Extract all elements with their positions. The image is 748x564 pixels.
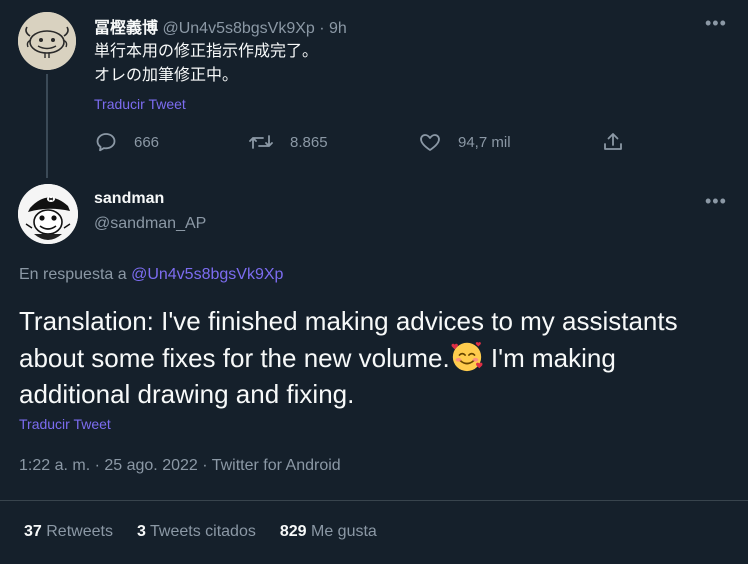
reply-count: 666 [134, 133, 160, 151]
retweets-count: 37 [24, 523, 42, 540]
like-count: 94,7 mil [458, 133, 511, 151]
parent-tweet-header: 冨樫義博 @Un4v5s8bgsVk9Xp · 9h [94, 14, 347, 38]
reply-button[interactable]: 666 [94, 130, 159, 154]
retweet-count: 8.865 [290, 133, 328, 151]
parent-tweet-time[interactable]: 9h [329, 20, 347, 37]
likes-count: 829 [279, 523, 307, 540]
likes-stat[interactable]: 829 Me gusta [280, 523, 377, 541]
retweets-label: Retweets [46, 523, 113, 540]
quotes-count: 3 [136, 523, 146, 540]
parent-more-options-icon[interactable]: ••• [705, 14, 727, 32]
quotes-label: Tweets citados [150, 523, 256, 540]
main-translate-link[interactable]: Traducir Tweet [19, 416, 111, 432]
smiling-face-with-hearts-icon [451, 342, 483, 372]
share-button[interactable] [601, 130, 625, 154]
main-tweet-text: Translation: I've finished making advice… [19, 303, 734, 412]
likes-label: Me gusta [311, 523, 377, 540]
main-more-options-icon[interactable]: ••• [705, 192, 727, 210]
thread-connector-line [46, 74, 48, 178]
share-icon [604, 133, 622, 150]
main-author-name[interactable]: sandman [94, 190, 164, 208]
reply-prefix: En respuesta a [19, 266, 127, 283]
divider [0, 500, 748, 501]
main-avatar[interactable] [18, 184, 78, 244]
retweet-button[interactable]: 8.865 [248, 130, 328, 154]
parent-avatar[interactable] [18, 12, 76, 70]
parent-author-name[interactable]: 冨樫義博 [94, 20, 158, 37]
like-button[interactable]: 94,7 mil [418, 130, 511, 154]
header-separator: · [319, 20, 325, 37]
pirate-character-icon [18, 184, 78, 244]
parent-translate-link[interactable]: Traducir Tweet [94, 96, 186, 112]
retweet-icon [249, 135, 273, 149]
retweets-stat[interactable]: 37 Retweets [24, 523, 113, 541]
quote-tweets-stat[interactable]: 3 Tweets citados [137, 523, 256, 541]
heart-icon [420, 134, 440, 151]
parent-tweet-text: 単行本用の修正指示作成完了。 オレの加筆修正中。 [94, 40, 318, 88]
main-author-handle[interactable]: @sandman_AP [94, 215, 206, 233]
parent-tweet-line-1: 単行本用の修正指示作成完了。 [94, 43, 319, 60]
parent-tweet-line-2: オレの加筆修正中。 [94, 67, 239, 84]
parent-author-handle[interactable]: @Un4v5s8bgsVk9Xp [162, 20, 314, 37]
tweet-timestamp-and-source[interactable]: 1:22 a. m. · 25 ago. 2022 · Twitter for … [19, 457, 341, 475]
engagement-stats: 37 Retweets 3 Tweets citados 829 Me gust… [24, 523, 377, 541]
reply-icon [96, 133, 116, 152]
reply-context: En respuesta a @Un4v5s8bgsVk9Xp [19, 266, 283, 284]
reply-to-handle-link[interactable]: @Un4v5s8bgsVk9Xp [131, 266, 283, 283]
cartoon-face-icon [18, 12, 76, 70]
